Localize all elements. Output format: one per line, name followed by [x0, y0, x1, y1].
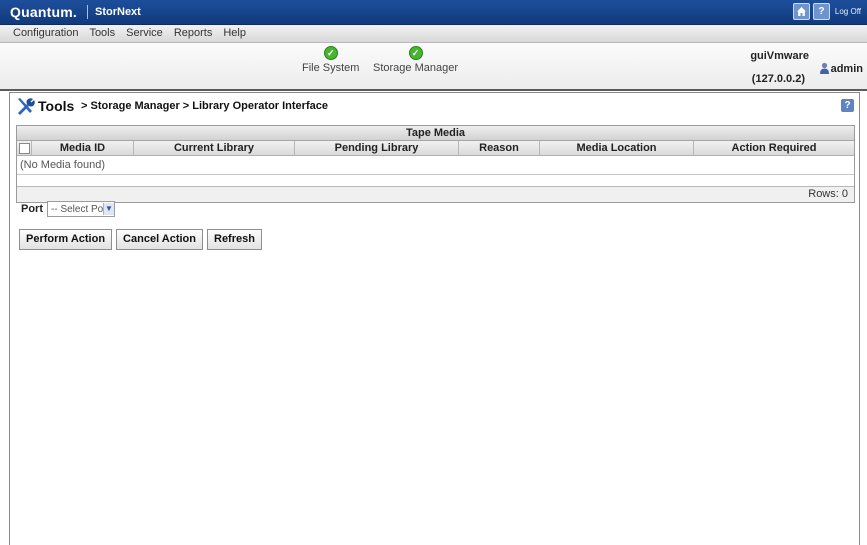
- product-name: StorNext: [95, 6, 141, 18]
- status-file-system-label: File System: [302, 62, 360, 74]
- help-icon[interactable]: ?: [812, 3, 830, 20]
- status-storage-manager[interactable]: ✓ Storage Manager: [373, 46, 458, 74]
- select-all-column: [17, 141, 32, 155]
- column-media-id[interactable]: Media ID: [32, 141, 134, 155]
- status-file-system[interactable]: ✓ File System: [302, 46, 359, 74]
- port-label: Port: [21, 203, 43, 215]
- menu-reports[interactable]: Reports: [169, 27, 219, 39]
- host-ip: (127.0.0.2): [751, 73, 805, 85]
- menu-service[interactable]: Service: [121, 27, 169, 39]
- column-media-location[interactable]: Media Location: [540, 141, 694, 155]
- main-panel: Tools > Storage Manager > Library Operat…: [9, 92, 860, 545]
- user-icon: [819, 62, 830, 75]
- table-header-row: Media ID Current Library Pending Library…: [17, 141, 854, 156]
- page-help-icon[interactable]: ?: [841, 99, 854, 112]
- ok-check-icon: ✓: [408, 46, 423, 60]
- host-name: guiVmware: [750, 50, 809, 62]
- menu-tools[interactable]: Tools: [84, 27, 121, 39]
- page-title-bar: Tools > Storage Manager > Library Operat…: [10, 93, 859, 119]
- tools-icon: [16, 97, 36, 118]
- table-title: Tape Media: [17, 126, 854, 141]
- user-name: admin: [830, 62, 863, 75]
- quantum-logo: Quantum.: [10, 4, 77, 20]
- status-storage-manager-label: Storage Manager: [373, 62, 458, 74]
- page-title: Tools: [38, 98, 75, 114]
- port-select-value: -- Select Port --: [51, 203, 103, 215]
- main-menu: Configuration Tools Service Reports Help: [8, 27, 252, 39]
- top-banner: Quantum. StorNext ? Log Off: [0, 0, 867, 25]
- table-spacer: [17, 175, 854, 187]
- breadcrumb: > Storage Manager > Library Operator Int…: [81, 100, 328, 112]
- port-select[interactable]: -- Select Port -- ▼: [47, 201, 115, 217]
- menu-help[interactable]: Help: [218, 27, 252, 39]
- column-reason[interactable]: Reason: [459, 141, 540, 155]
- status-bar: ✓ File System ✓ Storage Manager guiVmwar…: [0, 43, 867, 91]
- column-action-required[interactable]: Action Required: [694, 141, 854, 155]
- tape-media-table: Tape Media Media ID Current Library Pend…: [16, 125, 855, 203]
- action-buttons: Perform Action Cancel Action Refresh: [19, 229, 262, 250]
- column-pending-library[interactable]: Pending Library: [295, 141, 459, 155]
- perform-action-button[interactable]: Perform Action: [19, 229, 113, 250]
- port-selector-row: Port -- Select Port -- ▼: [21, 201, 115, 217]
- select-all-checkbox[interactable]: [18, 143, 30, 154]
- logoff-link[interactable]: Log Off: [835, 7, 861, 16]
- column-current-library[interactable]: Current Library: [134, 141, 295, 155]
- empty-table-message: (No Media found): [17, 156, 854, 175]
- user-menu[interactable]: admin: [819, 62, 863, 75]
- row-count: Rows: 0: [17, 187, 854, 202]
- home-icon[interactable]: [792, 3, 810, 20]
- cancel-action-button[interactable]: Cancel Action: [116, 229, 203, 250]
- top-icons: ? Log Off: [792, 3, 861, 20]
- ok-check-icon: ✓: [323, 46, 338, 60]
- menu-configuration[interactable]: Configuration: [8, 27, 84, 39]
- brand-divider: [87, 5, 88, 19]
- menu-bar: Configuration Tools Service Reports Help: [0, 25, 867, 43]
- chevron-down-icon[interactable]: ▼: [103, 203, 114, 215]
- refresh-button[interactable]: Refresh: [207, 229, 262, 250]
